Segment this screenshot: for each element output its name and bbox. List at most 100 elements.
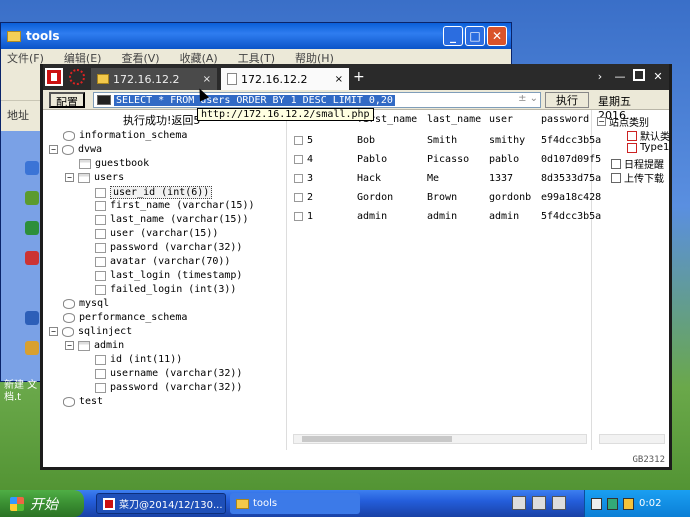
- tree-column[interactable]: id (int(11)): [95, 354, 182, 365]
- close-button[interactable]: ✕: [651, 69, 665, 83]
- tree-db[interactable]: performance_schema: [63, 312, 187, 323]
- row-checkbox[interactable]: [294, 174, 303, 183]
- tab-close-button[interactable]: ×: [335, 74, 343, 85]
- site-category-node[interactable]: − 站点类别: [597, 114, 649, 129]
- cell-id: 5: [307, 135, 314, 146]
- tab-bar: 172.16.12.2 × 172.16.12.2 × + › — ✕: [43, 64, 669, 90]
- tree-table[interactable]: − admin: [65, 340, 124, 351]
- column-header[interactable]: password: [541, 114, 589, 125]
- category-type1[interactable]: Type1: [627, 142, 669, 153]
- task-icon[interactable]: [25, 341, 39, 355]
- category-default[interactable]: 默认类: [627, 128, 670, 143]
- tree-db-label: test: [79, 396, 104, 407]
- cell-user: smithy: [489, 135, 526, 146]
- collapse-icon[interactable]: −: [65, 341, 74, 350]
- tree-column[interactable]: first_name (varchar(15)): [95, 200, 255, 211]
- tree-db-label: mysql: [79, 298, 110, 309]
- bg-maximize-button[interactable]: □: [465, 26, 485, 46]
- tree-column[interactable]: last_login (timestamp): [95, 270, 242, 281]
- bg-minimize-button[interactable]: _: [443, 26, 463, 46]
- volume-icon[interactable]: [623, 497, 634, 510]
- delete-icon[interactable]: [25, 251, 39, 265]
- side-horizontal-scrollbar[interactable]: [599, 434, 665, 444]
- start-button[interactable]: 开始: [0, 490, 84, 517]
- config-button[interactable]: 配置: [49, 92, 85, 109]
- folder-icon: [7, 30, 21, 42]
- execute-button[interactable]: 执行: [545, 92, 589, 108]
- tree-column[interactable]: failed_login (int(3)): [95, 284, 236, 295]
- desktop-icon-label[interactable]: 新建 文 档.t: [4, 380, 37, 404]
- maximize-button[interactable]: [633, 69, 645, 81]
- tree-db[interactable]: mysql: [63, 298, 109, 309]
- folder-icon: [236, 498, 249, 509]
- collapse-icon[interactable]: −: [49, 327, 58, 336]
- tree-column[interactable]: user (varchar(15)): [95, 228, 218, 239]
- collapse-icon[interactable]: −: [65, 173, 74, 182]
- app-logo-icon[interactable]: [45, 68, 63, 86]
- quicklaunch-icon[interactable]: [552, 496, 566, 510]
- scrollbar-thumb[interactable]: [302, 436, 452, 442]
- tree-column[interactable]: password (varchar(32)): [95, 242, 242, 253]
- tree-column[interactable]: password (varchar(32)): [95, 382, 242, 393]
- tree-column[interactable]: last_name (varchar(15)): [95, 214, 248, 225]
- tree-column-label: password (varchar(32)): [110, 382, 243, 393]
- tree-db[interactable]: − dvwa: [49, 144, 102, 155]
- row-checkbox[interactable]: [294, 212, 303, 221]
- taskbar-item-caidao[interactable]: 菜刀@2014/12/130...: [96, 493, 226, 514]
- calendar-icon: [611, 158, 621, 169]
- upload-download-item[interactable]: 上传下载: [611, 170, 664, 185]
- tree-db[interactable]: test: [63, 396, 103, 407]
- task-icon[interactable]: [25, 311, 39, 325]
- shield-icon[interactable]: [607, 497, 618, 510]
- tree-db[interactable]: − sqlinject: [49, 326, 132, 337]
- tray-icon[interactable]: [591, 497, 602, 510]
- globe-icon[interactable]: [25, 221, 39, 235]
- tree-db-label: performance_schema: [79, 312, 188, 323]
- minimize-button[interactable]: —: [613, 69, 627, 83]
- tab-close-button[interactable]: ×: [203, 74, 211, 85]
- bg-menu-file[interactable]: 文件(F): [7, 50, 44, 66]
- cell-user: pablo: [489, 154, 520, 165]
- side-item-label: 日程提醒: [624, 160, 664, 171]
- tree-table[interactable]: guestbook: [79, 158, 149, 169]
- task-icon[interactable]: [25, 161, 39, 175]
- row-checkbox[interactable]: [294, 136, 303, 145]
- row-checkbox[interactable]: [294, 155, 303, 164]
- sql-query-input[interactable]: SELECT * FROM users ORDER BY 1 DESC LIMI…: [93, 92, 541, 108]
- tab-first[interactable]: 172.16.12.2 ×: [91, 68, 217, 90]
- tree-column[interactable]: user_id (int(6)): [95, 186, 213, 199]
- cell-first-name: Pablo: [357, 154, 388, 165]
- task-icon[interactable]: [25, 191, 39, 205]
- cell-last-name: Picasso: [427, 154, 470, 165]
- taskbar-item-label: tools: [253, 498, 278, 509]
- quicklaunch-icon[interactable]: [512, 496, 526, 510]
- horizontal-scrollbar[interactable]: [293, 434, 587, 444]
- folder-icon: [97, 74, 109, 84]
- tree-table[interactable]: − users: [65, 172, 124, 183]
- chevron-right-icon[interactable]: ›: [593, 69, 607, 83]
- tree-column[interactable]: username (varchar(32)): [95, 368, 242, 379]
- collapse-icon[interactable]: −: [597, 117, 606, 126]
- category-icon: [627, 130, 637, 141]
- schedule-reminder-item[interactable]: 日程提醒: [611, 156, 664, 171]
- bg-titlebar[interactable]: tools _ □ ✕: [1, 23, 511, 49]
- encoding-label[interactable]: GB2312: [632, 455, 665, 465]
- site-category-panel: − 站点类别 默认类 Type1 日程提醒 上传下载: [593, 110, 670, 450]
- bg-close-button[interactable]: ✕: [487, 26, 507, 46]
- sql-dropdown-icon[interactable]: ± ⌄: [518, 93, 538, 104]
- clock[interactable]: 0:02: [639, 498, 661, 509]
- new-tab-button[interactable]: +: [353, 69, 365, 85]
- tree-column[interactable]: avatar (varchar(70)): [95, 256, 230, 267]
- record-icon[interactable]: [69, 69, 85, 85]
- column-icon: [95, 214, 106, 225]
- column-header[interactable]: last_name: [427, 114, 481, 125]
- column-header[interactable]: user: [489, 114, 513, 125]
- taskbar-item-tools[interactable]: tools: [230, 493, 360, 514]
- category-icon: [627, 142, 637, 153]
- collapse-icon[interactable]: −: [49, 145, 58, 154]
- quicklaunch-icon[interactable]: [532, 496, 546, 510]
- row-checkbox[interactable]: [294, 193, 303, 202]
- tab-second[interactable]: 172.16.12.2 ×: [221, 68, 349, 90]
- tree-db[interactable]: information_schema: [63, 130, 187, 141]
- side-item-label: 站点类别: [609, 118, 649, 129]
